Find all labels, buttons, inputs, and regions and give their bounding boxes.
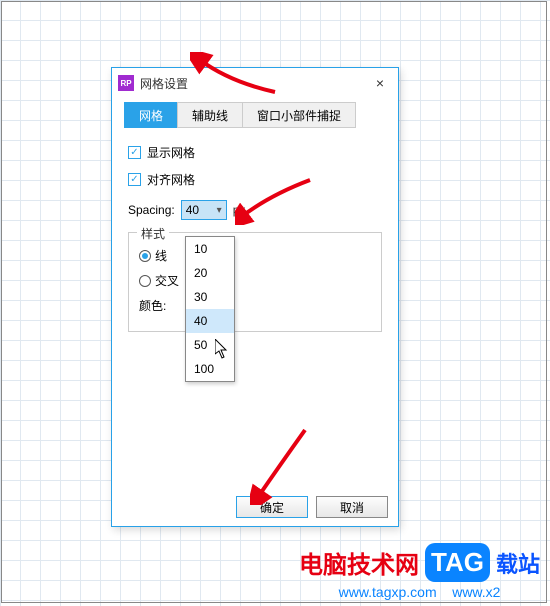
style-line-row: 线 (139, 247, 371, 264)
tab-grid[interactable]: 网格 (124, 102, 178, 128)
spacing-dropdown[interactable]: 10 20 30 40 50 100 (185, 236, 235, 382)
watermark-url2: www.x2 (452, 584, 500, 600)
show-grid-checkbox[interactable]: ✓ (128, 146, 141, 159)
style-cross-label: 交叉 (155, 272, 179, 289)
align-grid-label: 对齐网格 (147, 171, 195, 188)
spacing-option-40[interactable]: 40 (186, 309, 234, 333)
tab-strip: 网格 辅助线 窗口小部件捕捉 (124, 102, 386, 128)
align-grid-checkbox[interactable]: ✓ (128, 173, 141, 186)
color-label: 颜色: (139, 297, 166, 314)
style-cross-radio[interactable] (139, 275, 151, 287)
spacing-value: 40 (186, 203, 217, 217)
cancel-button[interactable]: 取消 (316, 496, 388, 518)
watermark-brand: 电脑技术网 (299, 545, 419, 580)
spacing-option-20[interactable]: 20 (186, 261, 234, 285)
spacing-label: Spacing: (128, 203, 175, 217)
show-grid-row: ✓ 显示网格 (128, 144, 382, 161)
watermark-suffix: 载站 (496, 547, 540, 579)
grid-settings-dialog: RP 网格设置 × 网格 辅助线 窗口小部件捕捉 ✓ 显示网格 ✓ 对齐网格 S… (111, 67, 399, 527)
watermark: 电脑技术网 TAG 载站 www.tagxp.com www.x2 (299, 543, 540, 600)
spacing-option-100[interactable]: 100 (186, 357, 234, 381)
chevron-down-icon: ▾ (217, 205, 222, 216)
spacing-option-30[interactable]: 30 (186, 285, 234, 309)
spacing-spinner[interactable]: 40 ▾ (181, 200, 227, 220)
tab-content: ✓ 显示网格 ✓ 对齐网格 Spacing: 40 ▾ px 样式 线 交叉 (112, 128, 398, 338)
show-grid-label: 显示网格 (147, 144, 195, 161)
tab-widget-snap[interactable]: 窗口小部件捕捉 (242, 102, 356, 128)
dialog-button-bar: 确定 取消 (236, 496, 388, 518)
spacing-option-50[interactable]: 50 (186, 333, 234, 357)
color-row: 颜色: (139, 297, 371, 314)
style-cross-row: 交叉 (139, 272, 371, 289)
app-icon: RP (118, 75, 134, 91)
ok-button[interactable]: 确定 (236, 496, 308, 518)
spacing-unit: px (233, 203, 246, 217)
tab-guides[interactable]: 辅助线 (177, 102, 243, 128)
close-button[interactable]: × (368, 71, 392, 95)
spacing-row: Spacing: 40 ▾ px (128, 200, 382, 220)
style-legend: 样式 (137, 225, 169, 242)
style-fieldset: 样式 线 交叉 颜色: (128, 232, 382, 332)
titlebar: RP 网格设置 × (112, 68, 398, 98)
watermark-url: www.tagxp.com (339, 584, 437, 600)
watermark-tag: TAG (425, 543, 490, 582)
spacing-option-10[interactable]: 10 (186, 237, 234, 261)
style-line-radio[interactable] (139, 250, 151, 262)
align-grid-row: ✓ 对齐网格 (128, 171, 382, 188)
window-title: 网格设置 (140, 75, 368, 92)
style-line-label: 线 (155, 247, 167, 264)
